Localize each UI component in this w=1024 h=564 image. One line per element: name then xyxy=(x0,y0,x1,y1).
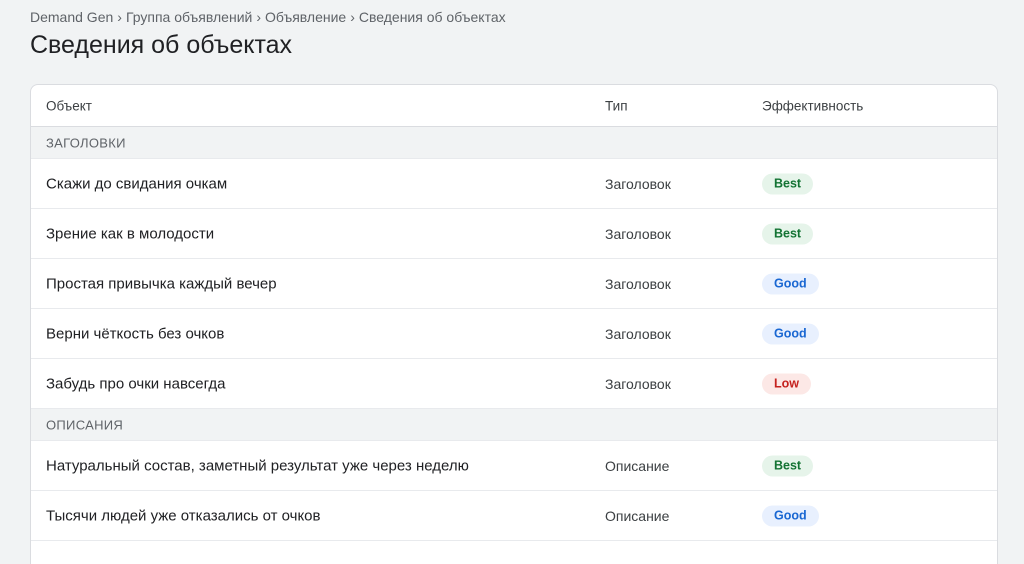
asset-type: Заголовок xyxy=(605,325,671,342)
table-row[interactable]: Верни чёткость без очков Заголовок Good xyxy=(31,309,997,359)
asset-type: Заголовок xyxy=(605,275,671,292)
breadcrumb-separator: › xyxy=(256,9,262,25)
page-title: Сведения об объектах xyxy=(30,31,293,59)
table-row[interactable]: Тысячи людей уже отказались от очков Опис… xyxy=(31,491,997,541)
performance-badge: Best xyxy=(762,455,814,476)
performance-cell: Good xyxy=(762,273,819,294)
breadcrumb-item-ad[interactable]: Объявление xyxy=(265,9,346,25)
asset-text: Забудь про очки навсегда xyxy=(46,375,226,392)
asset-text: Натуральный состав, заметный результат у… xyxy=(46,457,469,474)
breadcrumb-separator: › xyxy=(350,9,355,25)
table-row[interactable]: Скажи до свидания очкам Заголовок Best xyxy=(31,159,997,209)
column-header-type[interactable]: Тип xyxy=(605,98,628,113)
table-body: ЗАГОЛОВКИ Скажи до свидания очкам Заголово… xyxy=(31,127,997,541)
performance-badge: Low xyxy=(762,373,811,394)
table-header: Объект Тип Эффективность xyxy=(31,85,997,127)
page: Demand Gen › Группа объявлений › Объявление ›… xyxy=(0,0,1024,564)
breadcrumb-item-campaign[interactable]: Demand Gen xyxy=(30,9,113,25)
breadcrumb: Demand Gen › Группа объявлений › Объявление ›… xyxy=(30,9,506,25)
table-row[interactable]: Забудь про очки навсегда Заголовок Low xyxy=(31,359,997,409)
performance-cell: Best xyxy=(762,455,814,476)
asset-text: Верни чёткость без очков xyxy=(46,325,225,342)
performance-cell: Best xyxy=(762,223,814,244)
asset-type: Описание xyxy=(605,457,670,474)
group-header-row: ЗАГОЛОВКИ xyxy=(31,127,997,159)
performance-cell: Best xyxy=(762,173,814,194)
asset-text: Тысячи людей уже отказались от очков xyxy=(46,507,321,524)
asset-type: Заголовок xyxy=(605,375,671,392)
performance-cell: Low xyxy=(762,373,811,394)
breadcrumb-item-ad-group[interactable]: Группа объявлений xyxy=(126,9,252,25)
asset-text: Скажи до свидания очкам xyxy=(46,175,228,192)
performance-cell: Good xyxy=(762,505,819,526)
table-row[interactable]: Натуральный состав, заметный результат у… xyxy=(31,441,997,491)
asset-text: Зрение как в молодости xyxy=(46,225,215,242)
performance-badge: Best xyxy=(762,173,814,194)
breadcrumb-separator: › xyxy=(117,9,122,25)
performance-badge: Good xyxy=(762,323,819,344)
asset-text: Простая привычка каждый вечер xyxy=(46,275,277,292)
performance-badge: Best xyxy=(762,223,814,244)
group-header-row: ОПИСАНИЯ xyxy=(31,409,997,441)
performance-badge: Good xyxy=(762,273,819,294)
performance-cell: Good xyxy=(762,323,819,344)
breadcrumb-item-current: Сведения об объектах xyxy=(358,9,506,25)
performance-badge: Good xyxy=(762,505,819,526)
table-row[interactable]: Простая привычка каждый вечер Заголовок Go… xyxy=(31,259,997,309)
group-label: ОПИСАНИЯ xyxy=(46,417,124,432)
asset-type: Заголовок xyxy=(605,175,671,192)
group-label: ЗАГОЛОВКИ xyxy=(46,135,126,150)
asset-type: Заголовок xyxy=(605,225,671,242)
table-row[interactable]: Зрение как в молодости Заголовок Best xyxy=(31,209,997,259)
asset-type: Описание xyxy=(605,507,670,524)
assets-table: Объект Тип Эффективность ЗАГОЛОВКИ Скажи … xyxy=(30,84,998,564)
column-header-performance[interactable]: Эффективность xyxy=(762,98,863,113)
column-header-object[interactable]: Объект xyxy=(46,98,92,113)
